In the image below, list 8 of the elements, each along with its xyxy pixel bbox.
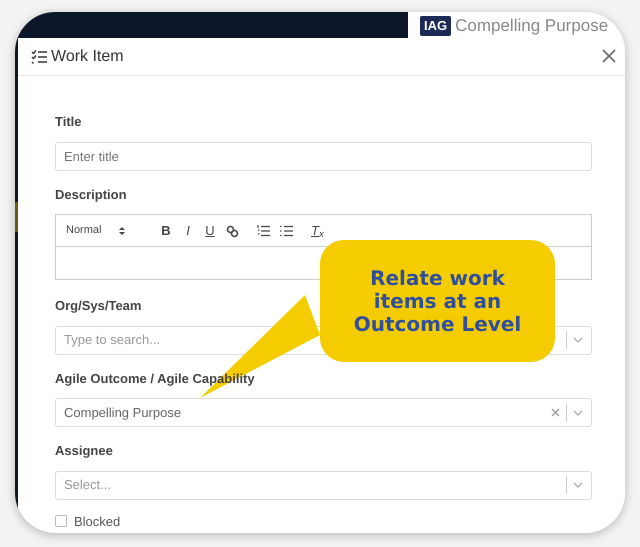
- checkbox-label: Blocked: [74, 512, 120, 530]
- modal-title: Work Item: [51, 46, 124, 66]
- field-label: Title: [55, 113, 82, 131]
- tag-badge: IAG: [420, 16, 452, 36]
- field-label: Org/Sys/Team: [55, 297, 142, 315]
- page-heading: Compelling Purpose: [455, 17, 608, 34]
- field-label: Description: [55, 186, 127, 204]
- field-label: Assignee: [55, 442, 113, 460]
